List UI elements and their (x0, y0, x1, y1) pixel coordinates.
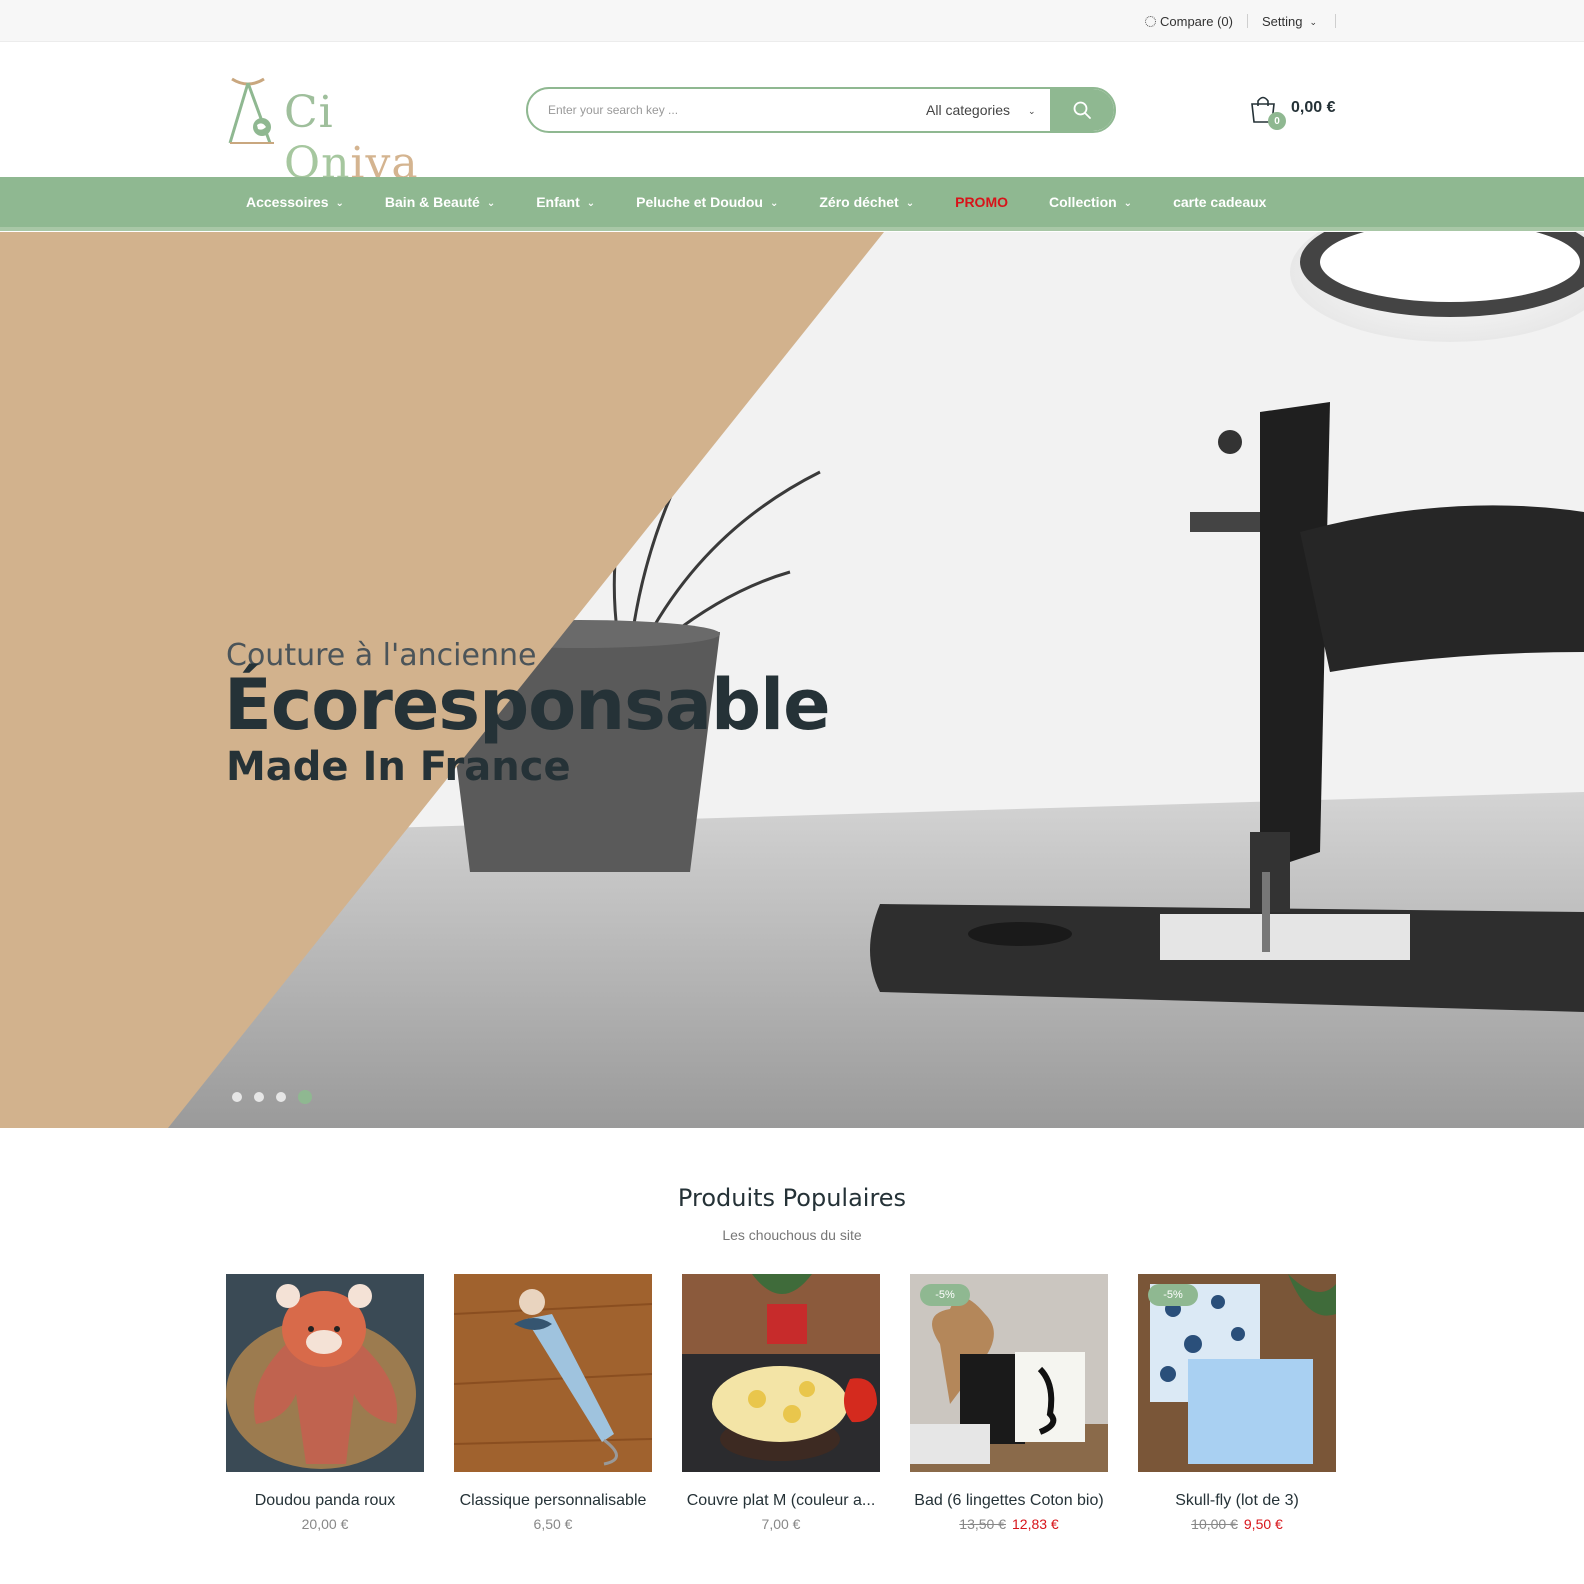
product-card[interactable]: Doudou panda roux 20,00 € (226, 1274, 424, 1532)
logo-part-ci: Ci (284, 87, 334, 138)
product-name[interactable]: Classique personnalisable (454, 1492, 652, 1510)
nav-item-label: Bain & Beauté (384, 194, 480, 210)
sale-badge: -5% (1148, 1284, 1198, 1306)
product-sale-price: 9,50 € (1243, 1516, 1283, 1532)
search-input[interactable] (548, 89, 898, 131)
nav-item-accessoires[interactable]: Accessoires ⌄ (246, 194, 344, 210)
category-select[interactable]: All categories ⌄ (926, 89, 1036, 131)
nav-item-zero-dechet[interactable]: Zéro déchet ⌄ (819, 194, 914, 210)
top-bar: Compare (0) Setting ⌄ (0, 0, 1584, 42)
section-title: Produits Populaires (677, 1184, 907, 1212)
compare-icon (1145, 15, 1156, 27)
product-grid: Doudou panda roux 20,00 € Classique pers… (226, 1274, 1336, 1532)
setting-dropdown[interactable]: Setting ⌄ (1248, 13, 1336, 29)
hero-line-2: Écoresponsable (224, 664, 831, 746)
nav-item-label: Enfant (536, 194, 580, 210)
slider-dot-2[interactable] (254, 1092, 264, 1102)
chevron-down-icon: ⌄ (1123, 197, 1133, 209)
site-header: Ci Oniya All categories ⌄ 0 0,00 € (0, 42, 1584, 189)
product-price: 13,50 € 12,83 € (910, 1516, 1108, 1532)
product-price-value: 6,50 € (533, 1516, 573, 1532)
product-old-price: 13,50 € (959, 1516, 1006, 1532)
section-subtitle: Les chouchous du site (722, 1227, 862, 1243)
sale-badge: -5% (920, 1284, 970, 1306)
chevron-down-icon: ⌄ (1309, 16, 1317, 27)
product-sale-price: 12,83 € (1012, 1516, 1059, 1532)
nav-item-label: Accessoires (246, 194, 329, 210)
product-card[interactable]: -5% Skull-fly (lot de 3) 10,00 € 9,50 € (1138, 1274, 1336, 1532)
product-image[interactable] (682, 1274, 880, 1472)
slider-dot-4[interactable] (298, 1090, 312, 1104)
product-image[interactable] (454, 1274, 652, 1472)
top-bar-links: Compare (0) Setting ⌄ (1131, 0, 1336, 42)
product-price-value: 7,00 € (761, 1516, 801, 1532)
product-price: 6,50 € (454, 1516, 652, 1532)
product-image[interactable]: -5% (1138, 1274, 1336, 1472)
product-price: 10,00 € 9,50 € (1138, 1516, 1336, 1532)
nav-item-enfant[interactable]: Enfant ⌄ (536, 194, 595, 210)
chevron-down-icon: ⌄ (335, 197, 344, 209)
chevron-down-icon: ⌄ (586, 197, 596, 209)
hero-line-3: Made In France (226, 744, 571, 790)
product-name[interactable]: Skull-fly (lot de 3) (1138, 1492, 1336, 1510)
product-old-price: 10,00 € (1191, 1516, 1238, 1532)
product-name[interactable]: Bad (6 lingettes Coton bio) (910, 1492, 1108, 1510)
chevron-down-icon: ⌄ (1028, 105, 1036, 116)
nav-menu: Accessoires ⌄ Bain & Beauté ⌄ Enfant ⌄ Pelu… (246, 177, 1307, 227)
chevron-down-icon: ⌄ (486, 197, 496, 209)
search-button[interactable] (1050, 89, 1114, 131)
main-navigation: Accessoires ⌄ Bain & Beauté ⌄ Enfant ⌄ Pelu… (0, 177, 1584, 231)
product-name[interactable]: Doudou panda roux (226, 1492, 424, 1510)
product-price: 7,00 € (682, 1516, 880, 1532)
nav-item-bain-beaute[interactable]: Bain & Beauté ⌄ (385, 194, 495, 210)
nav-item-promo[interactable]: PROMO (955, 194, 1008, 210)
logo-teepee-icon (228, 77, 274, 144)
compare-label: Compare (0) (1160, 13, 1233, 29)
nav-item-label: PROMO (955, 194, 1008, 210)
search-icon (1073, 101, 1091, 119)
chevron-down-icon: ⌄ (905, 197, 915, 209)
mini-cart[interactable]: 0 0,00 € (1249, 94, 1349, 134)
nav-item-label: carte cadeaux (1173, 194, 1267, 210)
compare-link[interactable]: Compare (0) (1131, 13, 1248, 29)
product-name[interactable]: Couvre plat M (couleur a... (682, 1492, 880, 1510)
product-image[interactable] (226, 1274, 424, 1472)
hero-slider: Couture à l'ancienne Écoresponsable Made… (0, 232, 1584, 1128)
setting-label: Setting (1261, 13, 1303, 29)
nav-item-collection[interactable]: Collection ⌄ (1049, 194, 1132, 210)
category-select-value: All categories (926, 102, 1011, 118)
nav-item-carte-cadeaux[interactable]: carte cadeaux (1173, 194, 1266, 210)
product-price: 20,00 € (226, 1516, 424, 1532)
product-price-value: 20,00 € (301, 1516, 349, 1532)
slider-dot-3[interactable] (276, 1092, 286, 1102)
slider-dot-1[interactable] (232, 1092, 242, 1102)
logo-wordmark: Ci Oniya (284, 87, 462, 189)
product-image[interactable]: -5% (910, 1274, 1108, 1472)
product-card[interactable]: Classique personnalisable 6,50 € (454, 1274, 652, 1532)
nav-item-peluche-doudou[interactable]: Peluche et Doudou ⌄ (636, 194, 778, 210)
cart-amount: 0,00 € (1291, 99, 1336, 116)
site-logo[interactable]: Ci Oniya (226, 77, 462, 189)
product-card[interactable]: -5% Bad (6 lingettes Coton bio) 13,50 €1… (910, 1274, 1108, 1532)
cart-count-badge: 0 (1268, 112, 1286, 130)
product-card[interactable]: Couvre plat M (couleur a... 7,00 € (682, 1274, 880, 1532)
nav-item-label: Collection (1049, 194, 1117, 210)
chevron-down-icon: ⌄ (769, 197, 779, 209)
slider-pagination (232, 1090, 312, 1104)
nav-item-label: Zéro déchet (819, 194, 899, 210)
search-bar: All categories ⌄ (526, 87, 1116, 133)
nav-item-label: Peluche et Doudou (636, 194, 763, 210)
